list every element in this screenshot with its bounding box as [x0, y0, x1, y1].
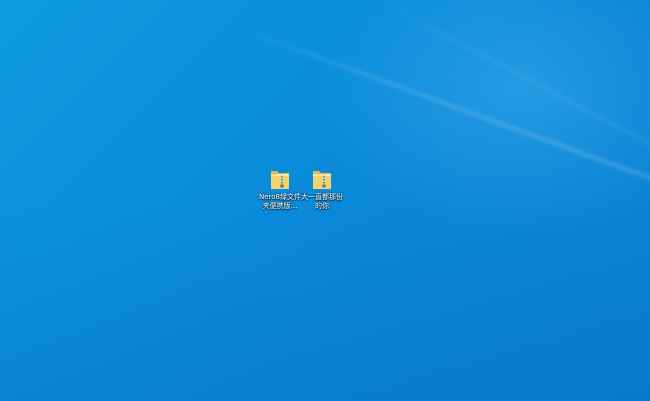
desktop-icon-label: Nero8绿文件夹便携版... — [258, 193, 301, 210]
desktop-icon-nero8-folder[interactable]: Nero8绿文件夹便携版... — [257, 167, 303, 211]
zip-folder-icon — [313, 171, 331, 189]
zip-folder-icon — [271, 171, 289, 189]
desktop[interactable]: Nero8绿文件夹便携版... 大一直都那份的你 — [0, 0, 650, 401]
desktop-icon-label: 大一直都那份的你 — [301, 193, 343, 210]
wallpaper-shade — [0, 201, 650, 401]
desktop-icon-second-folder[interactable]: 大一直都那份的你 — [299, 167, 345, 211]
wallpaper-light-streak — [379, 0, 650, 283]
wallpaper-glow — [310, 0, 650, 240]
